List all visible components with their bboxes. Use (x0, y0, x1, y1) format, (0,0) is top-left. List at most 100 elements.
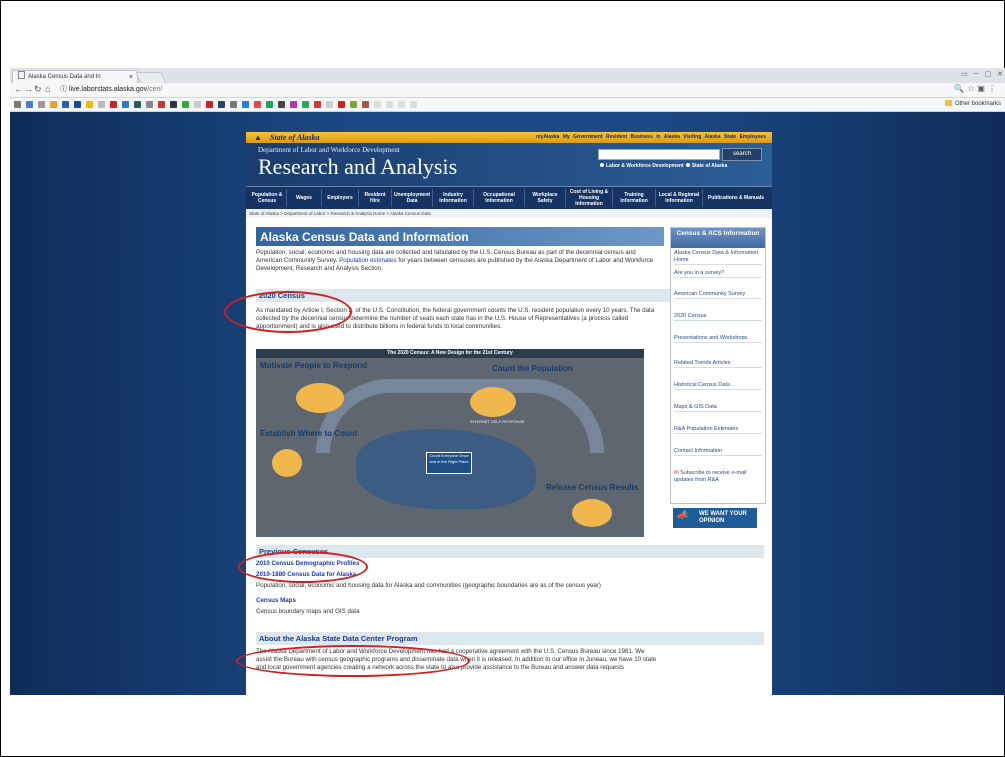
other-bookmarks[interactable]: Other bookmarks (944, 100, 1001, 107)
sidebar-item-presentations[interactable]: Presentations and Workshops (674, 335, 762, 343)
forward-icon[interactable]: → (24, 84, 33, 94)
breadcrumb[interactable]: State of Alaska > Department of Labor > … (246, 209, 772, 218)
nav-item-resident-hire[interactable]: Resident Hire (359, 189, 392, 207)
sidebar-item-historical[interactable]: Historical Census Data (674, 382, 762, 390)
nav-item-local-regional[interactable]: Local & Regional Information (656, 189, 703, 207)
bookmark-icon[interactable] (50, 101, 57, 108)
nav-item-industry[interactable]: Industry Information (433, 189, 474, 207)
zoom-star-menu-icons[interactable]: 🔍☆▣⋮ (954, 84, 999, 93)
sidebar-item-home[interactable]: Alaska Census Data & Information Home (674, 250, 762, 265)
bookmark-icon[interactable] (38, 101, 45, 108)
bookmark-icon[interactable] (350, 101, 357, 108)
bookmark-icon[interactable] (182, 101, 189, 108)
bookmark-icon[interactable] (14, 101, 21, 108)
bookmark-icon[interactable] (74, 101, 81, 108)
annotation-circle (238, 551, 368, 583)
annotation-circle (236, 645, 470, 677)
page-icon (18, 71, 25, 79)
bookmark-icon[interactable] (98, 101, 105, 108)
nav-item-population[interactable]: Population & Census (248, 189, 287, 207)
opinion-button[interactable]: 📣 WE WANT YOUR OPINION (672, 507, 758, 529)
about-section-header: About the Alaska State Data Center Progr… (256, 632, 764, 645)
sidebar-item-trends[interactable]: Related Trends Articles (674, 360, 762, 368)
bookmark-icon[interactable] (230, 101, 237, 108)
state-label[interactable]: State of Alaska (270, 132, 319, 143)
bookmark-icon[interactable] (290, 101, 297, 108)
department-name: Department of Labor and Workforce Develo… (258, 146, 400, 154)
bookmark-icon[interactable] (410, 101, 417, 108)
nav-item-publications[interactable]: Publications & Manuals (703, 189, 769, 207)
bookmark-icon[interactable] (338, 101, 345, 108)
state-top-links[interactable]: myAlaska My Government Resident Business… (536, 132, 766, 143)
reload-icon[interactable]: ↻ (34, 84, 42, 95)
bookmark-icon[interactable] (242, 101, 249, 108)
field-worker-icon (272, 449, 302, 477)
bookmark-icon[interactable] (362, 101, 369, 108)
bookmark-icon[interactable] (302, 101, 309, 108)
nav-item-unemployment[interactable]: Unemployment Data (392, 189, 433, 207)
people-icon (296, 383, 344, 413)
radio-icon[interactable] (600, 163, 604, 167)
bookmark-icon[interactable] (122, 101, 129, 108)
search-scope[interactable]: Labor & Workforce Development State of Al… (598, 163, 727, 169)
nav-item-wages[interactable]: Wages (287, 189, 322, 207)
radio-icon[interactable] (685, 163, 690, 167)
sidebar-item-contact[interactable]: Contact Information (674, 448, 762, 456)
sidebar-item-2020-census[interactable]: 2020 Census (674, 313, 762, 321)
bookmark-icon[interactable] (254, 101, 261, 108)
bookmark-icon[interactable] (194, 101, 201, 108)
search-input[interactable] (598, 149, 720, 160)
census-infographic[interactable]: The 2020 Census: A New Design for the 21… (256, 349, 644, 537)
web-page: ▲ State of Alaska myAlaska My Government… (10, 112, 1005, 695)
browser-tab[interactable]: Alaska Census Data and In × (12, 70, 138, 84)
back-icon[interactable]: ← (14, 84, 23, 94)
bookmark-icon[interactable] (206, 101, 213, 108)
bookmarks-bar: Other bookmarks (10, 98, 1005, 112)
nav-item-workplace-safety[interactable]: Workplace Safety (525, 189, 566, 207)
main-nav: Population & Census Wages Employers Resi… (246, 186, 772, 210)
bookmark-icon[interactable] (110, 101, 117, 108)
bookmark-icon[interactable] (62, 101, 69, 108)
population-estimates-link[interactable]: Population estimates (339, 257, 396, 264)
bookmark-icon[interactable] (86, 101, 93, 108)
census-maps-link[interactable]: Census Maps (256, 597, 658, 605)
banner-title[interactable]: Research and Analysis (258, 154, 457, 180)
nav-item-employers[interactable]: Employers (322, 189, 359, 207)
bookmark-icon[interactable] (398, 101, 405, 108)
bookmark-icon[interactable] (314, 101, 321, 108)
bookmark-icon[interactable] (278, 101, 285, 108)
address-bar-row: ← → ↻ ⌂ ⓘ live.laborstats.alaska.gov/cen… (10, 83, 1005, 98)
search-button[interactable]: search (722, 148, 762, 161)
sidebar-item-subscribe[interactable]: ✉ Subscribe to receive e-mail updates fr… (674, 470, 762, 484)
nav-item-cost-of-living[interactable]: Cost of Living & Housing Information (566, 189, 613, 207)
bookmark-icon[interactable] (26, 101, 33, 108)
map-callout: Count Everyone Once and in the Right Pla… (426, 452, 472, 474)
home-icon[interactable]: ⌂ (45, 84, 50, 94)
url-field[interactable]: ⓘ live.laborstats.alaska.gov/cen/ (60, 85, 940, 95)
bookmark-icon[interactable] (326, 101, 333, 108)
browser-screenshot: Alaska Census Data and In × ▭ ─ ▢ ✕ ← → … (10, 68, 1005, 695)
bookmark-icon[interactable] (386, 101, 393, 108)
bookmark-icon[interactable] (158, 101, 165, 108)
nav-item-occupational[interactable]: Occupational Information (474, 189, 525, 207)
sidebar-item-acs[interactable]: American Community Survey (674, 291, 762, 299)
bookmark-icon[interactable] (170, 101, 177, 108)
sidebar-item-maps[interactable]: Maps & GIS Data (674, 404, 762, 412)
bookmark-icon[interactable] (374, 101, 381, 108)
nav-item-training[interactable]: Training Information (613, 189, 656, 207)
bookmark-icon[interactable] (266, 101, 273, 108)
window-controls[interactable]: ▭ ─ ▢ ✕ (961, 70, 1005, 78)
sidebar-item-survey[interactable]: Are you in a survey? (674, 270, 762, 278)
bookmark-icon[interactable] (218, 101, 225, 108)
results-icon (572, 499, 612, 527)
establish-heading: Establish Where to Count (260, 429, 358, 438)
page-title-bar: Alaska Census Data and Information (256, 227, 664, 246)
release-heading: Release Census Results (546, 483, 639, 492)
bookmark-icon[interactable] (146, 101, 153, 108)
intro-paragraph: Population, social, economic and housing… (256, 249, 654, 272)
email-icon: ✉ (674, 470, 679, 476)
state-of-alaska-bar: ▲ State of Alaska myAlaska My Government… (246, 132, 772, 143)
sidebar-item-estimates[interactable]: R&A Population Estimates (674, 426, 762, 434)
sidebar: Census & ACS Information Alaska Census D… (670, 227, 766, 504)
bookmark-icon[interactable] (134, 101, 141, 108)
